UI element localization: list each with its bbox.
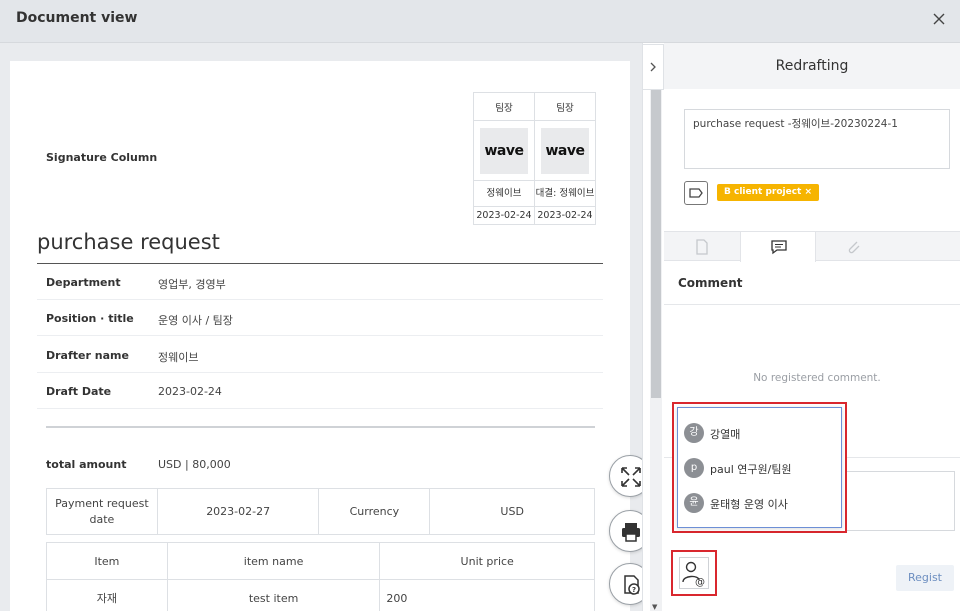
svg-text:@: @ (695, 577, 705, 588)
field-value: 정웨이브 (158, 351, 199, 364)
mention-button-highlight[interactable]: @ (671, 550, 717, 596)
no-comment-message: No registered comment. (753, 372, 881, 384)
total-label: total amount (46, 458, 127, 471)
signature-role: 팀장 (473, 92, 535, 121)
payment-date-value: 2023-02-27 (156, 488, 320, 535)
payment-table: Payment request date 2023-02-27 Currency… (46, 488, 595, 535)
items-header: Item (46, 542, 168, 580)
scrollbar-thumb[interactable] (651, 90, 661, 398)
signature-stamp: wave (480, 127, 528, 174)
comment-divider (664, 304, 960, 305)
currency-value: USD (429, 488, 595, 535)
tag-button[interactable] (684, 181, 708, 205)
signature-name: 대결: 정웨이브 (534, 180, 596, 207)
signature-name: 정웨이브 (473, 180, 535, 207)
avatar: 윤 (684, 493, 704, 513)
field-value: 운영 이사 / 팀장 (158, 314, 233, 327)
mention-name: paul 연구원/팀원 (710, 463, 792, 476)
project-tag-chip[interactable]: B client project × (717, 184, 820, 201)
tab-approval-doc[interactable] (664, 232, 740, 261)
info-row-department: Department 영업부, 경영부 (37, 264, 603, 300)
items-table: Item item name Unit price 자재 test item 2… (46, 542, 595, 611)
close-icon[interactable] (928, 8, 950, 30)
field-label: Drafter name (46, 349, 129, 362)
field-label: Draft Date (46, 385, 112, 398)
avatar: p (684, 458, 704, 478)
field-label: Department (46, 276, 121, 289)
window-title: Document view (16, 10, 138, 26)
signature-column-label: Signature Column (46, 151, 158, 164)
comment-input[interactable] (838, 471, 955, 531)
signature-table: 팀장 팀장 wave wave 정웨이브 대결: 정웨이브 2023-02-24… (473, 92, 596, 225)
items-header: item name (166, 542, 381, 580)
tab-attachment[interactable] (816, 232, 892, 261)
panel-tabs (664, 231, 960, 262)
mention-name: 윤태형 운영 이사 (710, 498, 788, 511)
panel-title: Redrafting (664, 43, 960, 89)
redraft-title-input[interactable]: purchase request -정웨이브-20230224-1 (684, 109, 950, 169)
svg-text:?: ? (632, 586, 636, 594)
item-cell: 200 (379, 579, 595, 611)
field-value: 영업부, 경영부 (158, 278, 226, 291)
field-value: 2023-02-24 (158, 385, 222, 398)
currency-label: Currency (318, 488, 431, 535)
signature-date: 2023-02-24 (473, 206, 535, 225)
scroll-down-arrow-icon[interactable]: ▼ (652, 603, 657, 611)
document-title: purchase request (37, 230, 220, 254)
printer-icon (622, 523, 640, 542)
chevron-right-icon (650, 62, 656, 72)
mention-user-icon: @ (682, 561, 705, 588)
mention-button[interactable]: @ (679, 557, 709, 589)
collapse-panel-button[interactable] (642, 44, 664, 90)
section-divider (46, 426, 595, 428)
info-row-draft-date: Draft Date 2023-02-24 (37, 373, 603, 409)
document-icon (696, 239, 708, 255)
tab-comment[interactable] (740, 232, 816, 262)
info-row-drafter: Drafter name 정웨이브 (37, 337, 603, 373)
table-row: 자재 test item 200 (46, 579, 595, 611)
mention-list: 강 강열매 p paul 연구원/팀원 윤 윤태형 운영 이사 (677, 407, 842, 528)
item-cell: test item (166, 579, 381, 611)
avatar: 강 (684, 423, 704, 443)
total-value: USD | 80,000 (158, 458, 231, 471)
info-row-position: Position · title 운영 이사 / 팀장 (37, 300, 603, 336)
comment-heading: Comment (678, 276, 743, 290)
item-cell: 자재 (46, 579, 168, 611)
paperclip-icon (848, 241, 860, 254)
info-row-total: total amount USD | 80,000 (37, 446, 603, 482)
document-scrollbar[interactable]: ▼ (650, 90, 662, 611)
mention-name: 강열매 (710, 428, 741, 441)
register-button[interactable]: Regist (896, 565, 954, 591)
mention-popup-highlight: 강 강열매 p paul 연구원/팀원 윤 윤태형 운영 이사 (672, 402, 847, 533)
items-header: Unit price (379, 542, 595, 580)
document-help-icon: ? (624, 575, 640, 595)
title-bar: Document view (0, 0, 960, 43)
comment-icon (771, 240, 787, 255)
payment-date-label: Payment request date (46, 488, 158, 535)
signature-date: 2023-02-24 (534, 206, 596, 225)
signature-stamp: wave (541, 127, 589, 174)
field-label: Position · title (46, 312, 134, 325)
expand-icon (621, 467, 641, 487)
signature-role: 팀장 (534, 92, 596, 121)
tag-icon (689, 188, 703, 198)
